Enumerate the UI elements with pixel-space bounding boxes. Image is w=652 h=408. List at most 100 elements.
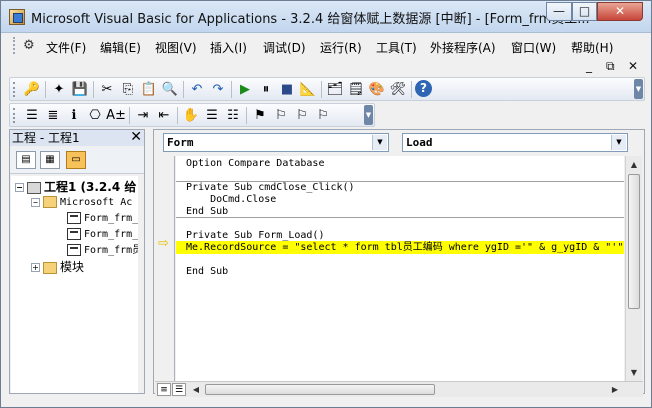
list-constants-icon[interactable]: ≣: [43, 106, 63, 125]
procedure-combo[interactable]: Load ▼: [402, 133, 628, 152]
view-code-button[interactable]: ▤: [16, 151, 36, 169]
list-properties-icon[interactable]: ☰: [22, 106, 42, 125]
horizontal-scrollbar[interactable]: ≡ ☰ ◀ ▶: [155, 381, 643, 397]
expand-icon[interactable]: +: [31, 263, 40, 272]
previous-bookmark-icon[interactable]: ⚐: [292, 106, 312, 125]
document-icon[interactable]: ⚙: [23, 38, 39, 54]
next-bookmark-icon[interactable]: ⚐: [271, 106, 291, 125]
menu-debug[interactable]: 调试(D): [263, 39, 306, 56]
toggle-bookmark-icon[interactable]: ⚑: [250, 106, 270, 125]
vertical-scroll-thumb[interactable]: [628, 174, 640, 309]
code-line[interactable]: End Sub: [186, 206, 228, 218]
find-icon[interactable]: 🔍: [160, 80, 180, 99]
vertical-scrollbar[interactable]: ▲ ▼: [625, 156, 642, 381]
project-explorer-icon[interactable]: 🗂: [325, 80, 345, 99]
code-line[interactable]: DoCmd.Close: [186, 194, 276, 206]
mdi-close-button[interactable]: ✕: [628, 59, 638, 73]
code-editor[interactable]: Option Compare Database Private Sub cmdC…: [176, 156, 624, 381]
collapse-icon[interactable]: −: [15, 183, 24, 192]
tree-item-form-1[interactable]: Form_frm_: [67, 211, 138, 227]
toolbar-grip[interactable]: [13, 108, 17, 123]
menu-run[interactable]: 运行(R): [320, 39, 362, 56]
cut-icon[interactable]: ✂: [97, 80, 117, 99]
help-icon[interactable]: ?: [415, 80, 432, 97]
properties-icon[interactable]: 🗒: [346, 80, 366, 99]
break-icon[interactable]: ⏸: [256, 80, 276, 99]
toolbar-separator: [411, 81, 412, 98]
menu-window[interactable]: 窗口(W): [511, 39, 556, 56]
toggle-folders-button[interactable]: ▭: [66, 151, 86, 169]
tree-folder-objects[interactable]: − Microsoft Ac: [31, 195, 132, 211]
menu-edit[interactable]: 编辑(E): [100, 39, 141, 56]
access-view-icon[interactable]: 🔑: [22, 80, 42, 99]
quick-info-icon[interactable]: ℹ: [64, 106, 84, 125]
scroll-left-icon[interactable]: ◀: [188, 381, 204, 398]
tree-folder-modules[interactable]: + 模块: [31, 259, 84, 275]
chevron-down-icon[interactable]: ▼: [611, 135, 626, 150]
code-line[interactable]: Option Compare Database: [186, 158, 324, 170]
toolbar-options-button[interactable]: ▼: [364, 105, 373, 125]
copy-icon[interactable]: ⎘: [118, 80, 138, 99]
mdi-restore-button[interactable]: ⧉: [606, 59, 615, 74]
menu-bar: ⚙ 文件(F) 编辑(E) 视图(V) 插入(I) 调试(D) 运行(R) 工具…: [9, 34, 645, 58]
horizontal-scroll-thumb[interactable]: [205, 384, 435, 395]
run-icon[interactable]: ▶: [235, 80, 255, 99]
code-line[interactable]: Private Sub cmdClose_Click(): [186, 182, 355, 194]
scroll-down-icon[interactable]: ▼: [626, 364, 642, 381]
project-explorer-title: 工程 - 工程1 ✕: [10, 129, 144, 146]
menu-grip[interactable]: [13, 37, 17, 54]
menu-file[interactable]: 文件(F): [46, 39, 86, 56]
menu-addins[interactable]: 外接程序(A): [430, 39, 496, 56]
minimize-button[interactable]: —: [546, 2, 572, 21]
reset-icon[interactable]: ■: [277, 80, 297, 99]
complete-word-icon[interactable]: A±: [106, 106, 126, 125]
toolbar-separator: [246, 107, 247, 124]
scroll-up-icon[interactable]: ▲: [626, 156, 642, 173]
object-combo-value: Form: [167, 136, 194, 149]
code-margin[interactable]: ⇨: [155, 156, 175, 381]
parameter-info-icon[interactable]: ⎔: [85, 106, 105, 125]
menu-help[interactable]: 帮助(H): [571, 39, 613, 56]
menu-insert[interactable]: 插入(I): [210, 39, 247, 56]
view-object-button[interactable]: ▦: [40, 151, 60, 169]
mdi-minimize-button[interactable]: _: [586, 59, 592, 73]
object-combo[interactable]: Form ▼: [163, 133, 389, 152]
object-browser-icon[interactable]: 🎨: [367, 80, 387, 99]
comment-block-icon[interactable]: ☰: [202, 106, 222, 125]
maximize-button[interactable]: □: [572, 2, 597, 21]
edit-toolbar: ▼ ☰ ≣ ℹ ⎔ A± ⇥ ⇤ ✋ ☰ ☷ ⚑ ⚐ ⚐ ⚐: [9, 103, 375, 127]
chevron-down-icon[interactable]: ▼: [372, 135, 387, 150]
close-icon[interactable]: ✕: [130, 129, 142, 145]
tree-root[interactable]: − 工程1 (3.2.4 给: [15, 179, 136, 195]
code-line-current[interactable]: Me.RecordSource = "select * form tbl员工编码…: [186, 242, 623, 254]
tree-item-form-2[interactable]: Form_frm_: [67, 227, 138, 243]
tree-item-form-3[interactable]: Form_frm员: [67, 243, 138, 259]
toolbox-icon[interactable]: 🛠: [388, 80, 408, 99]
procedure-view-button[interactable]: ≡: [157, 383, 171, 396]
design-mode-icon[interactable]: 📐: [298, 80, 318, 99]
toolbar-separator: [183, 81, 184, 98]
redo-icon[interactable]: ↷: [208, 80, 228, 99]
collapse-icon[interactable]: −: [31, 197, 40, 207]
procedure-separator: [176, 217, 624, 218]
code-line[interactable]: End Sub: [186, 266, 228, 278]
uncomment-block-icon[interactable]: ☷: [223, 106, 243, 125]
toggle-breakpoint-icon[interactable]: ✋: [181, 106, 201, 125]
paste-icon[interactable]: 📋: [139, 80, 159, 99]
toolbar-grip[interactable]: [13, 82, 17, 97]
close-button[interactable]: ✕: [597, 2, 643, 21]
code-line[interactable]: Private Sub Form_Load(): [186, 230, 324, 242]
scroll-right-icon[interactable]: ▶: [607, 381, 623, 398]
menu-tools[interactable]: 工具(T): [376, 39, 417, 56]
execution-pointer-icon: ⇨: [158, 236, 169, 251]
insert-module-icon[interactable]: ✦: [49, 80, 69, 99]
outdent-icon[interactable]: ⇤: [154, 106, 174, 125]
menu-view[interactable]: 视图(V): [155, 39, 197, 56]
indent-icon[interactable]: ⇥: [133, 106, 153, 125]
full-module-view-button[interactable]: ☰: [172, 383, 186, 396]
save-icon[interactable]: 💾: [70, 80, 90, 99]
title-bar[interactable]: Microsoft Visual Basic for Applications …: [1, 1, 651, 33]
undo-icon[interactable]: ↶: [187, 80, 207, 99]
clear-bookmarks-icon[interactable]: ⚐: [313, 106, 333, 125]
toolbar-options-button[interactable]: ▼: [634, 79, 643, 99]
